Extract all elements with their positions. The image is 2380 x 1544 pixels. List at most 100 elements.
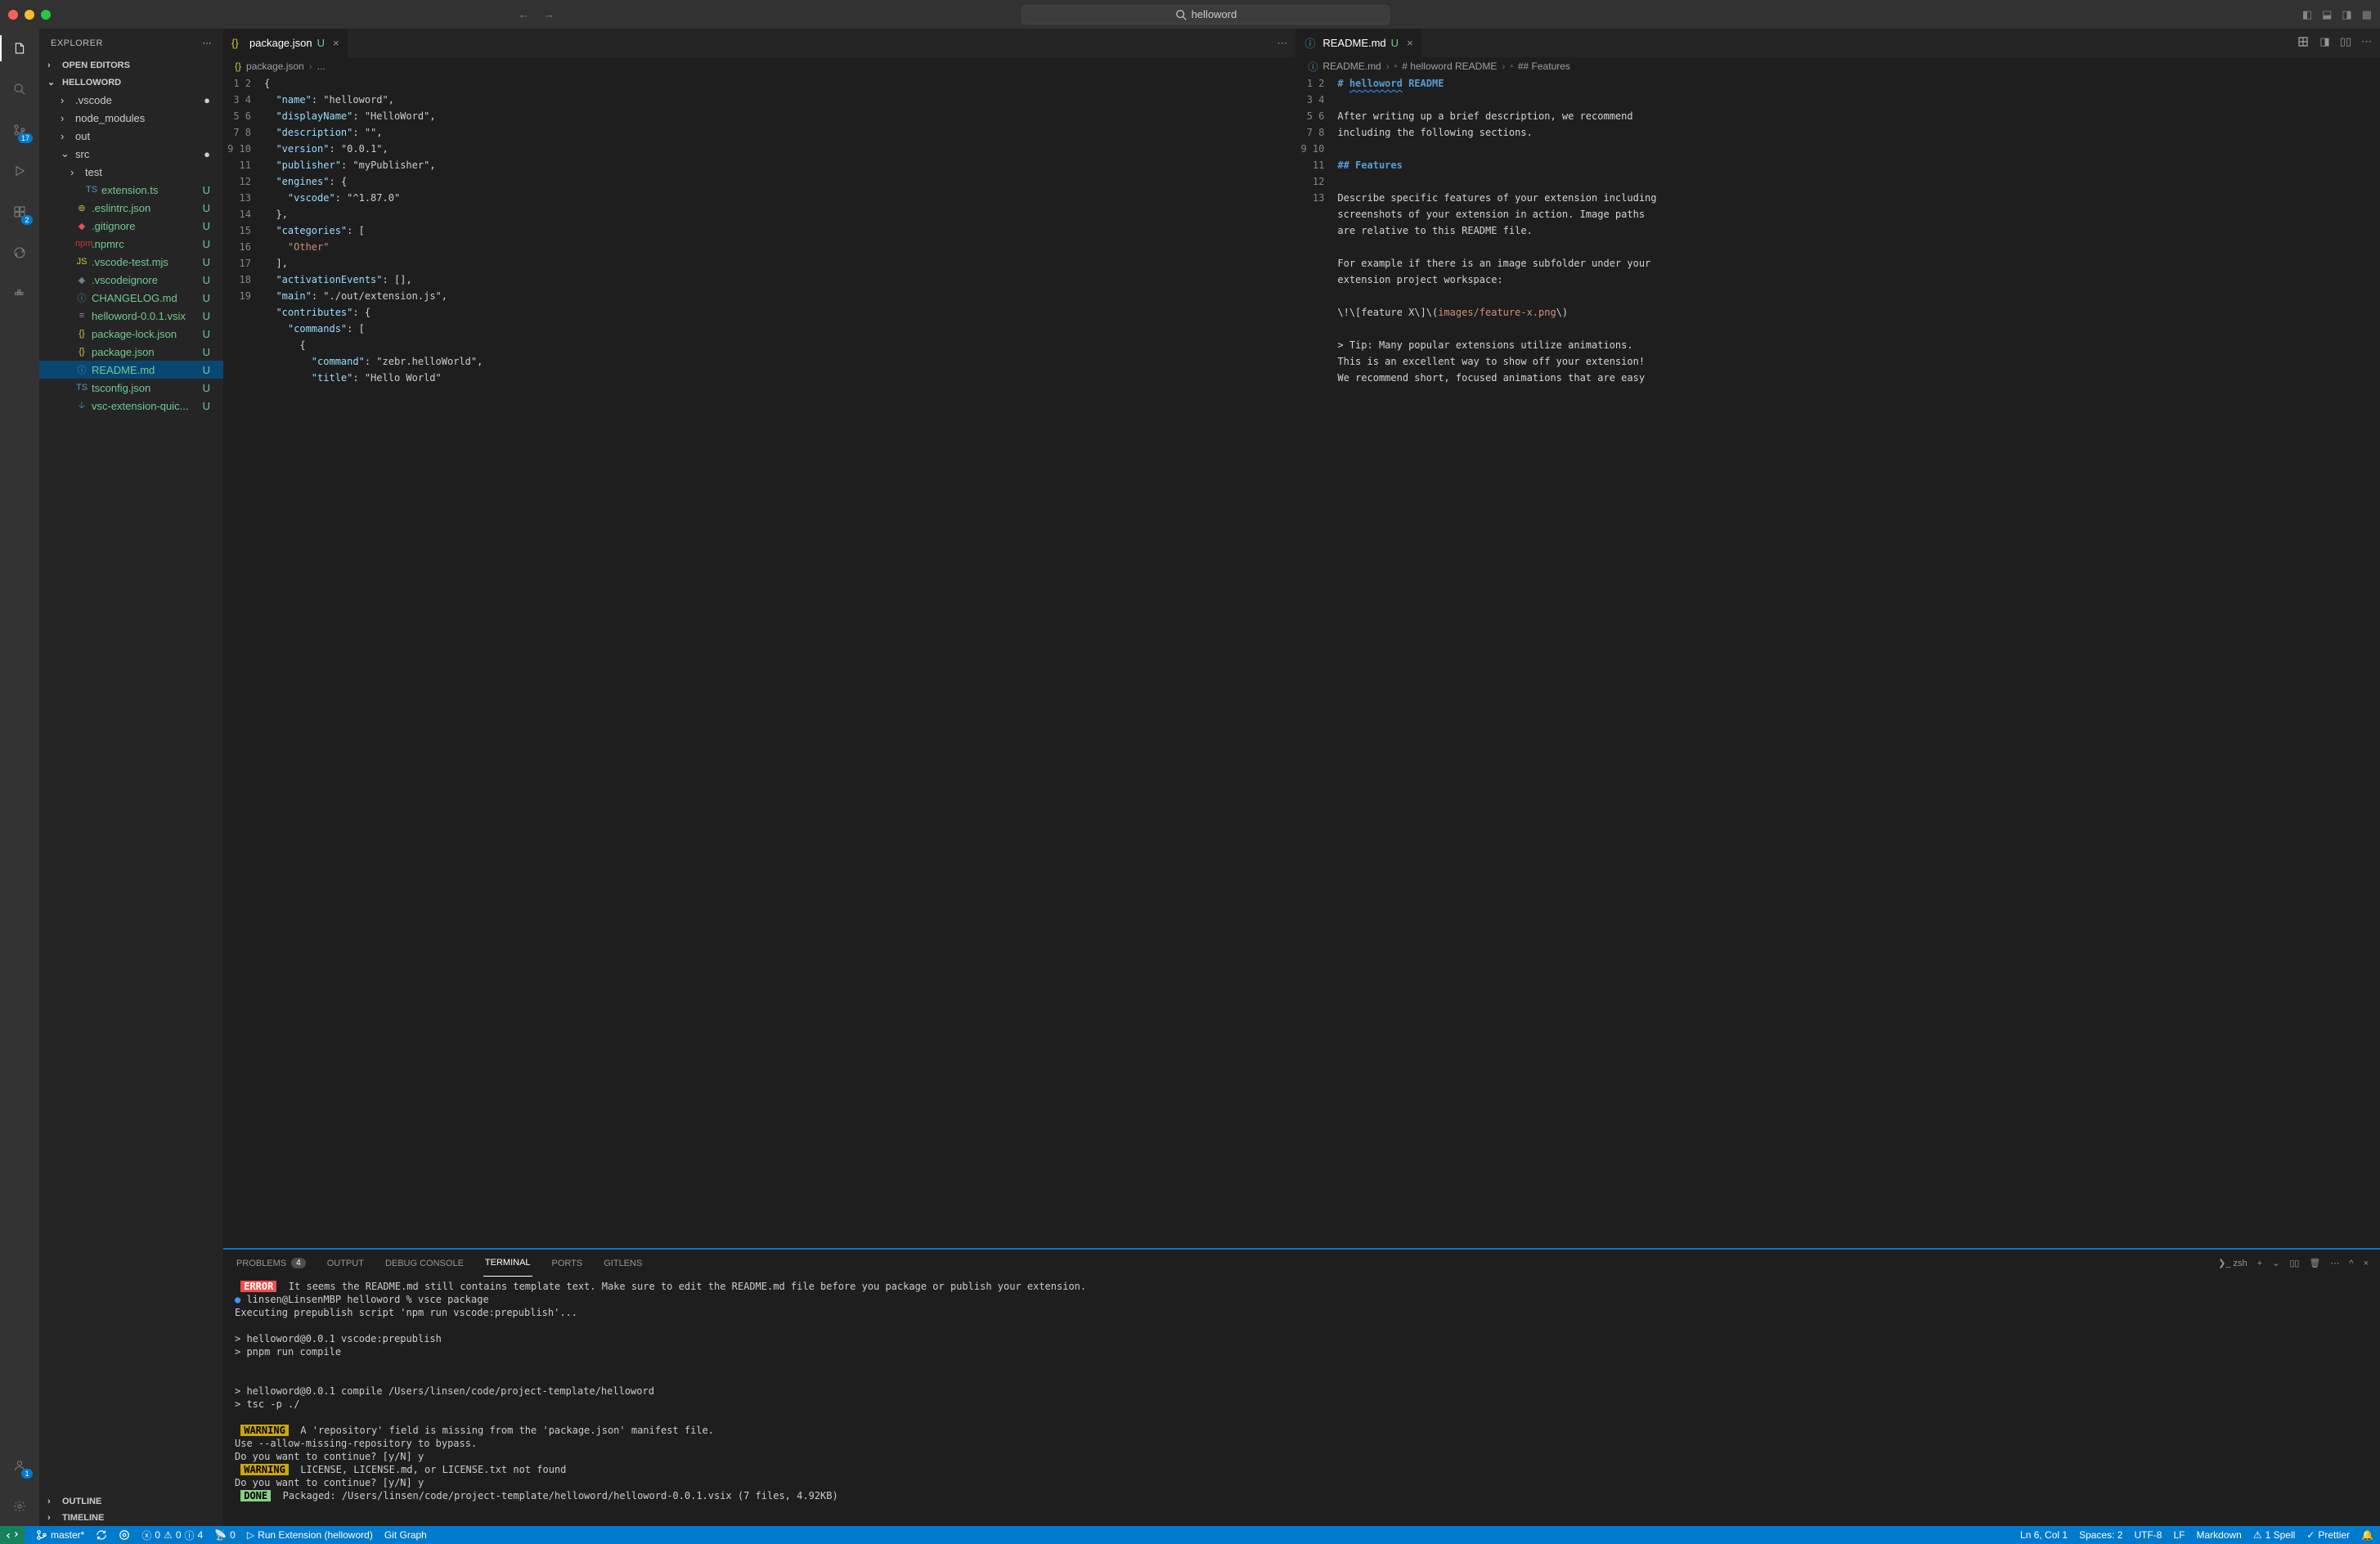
- activity-accounts[interactable]: 1: [8, 1454, 31, 1477]
- tab-readme[interactable]: ⓘ README.md U ×: [1296, 29, 1421, 57]
- toggle-secondary-sidebar-icon[interactable]: ◨: [2342, 8, 2351, 21]
- breadcrumb-item[interactable]: # helloword README: [1402, 61, 1497, 72]
- split-terminal-button[interactable]: ▯▯: [2289, 1258, 2299, 1268]
- tab-close-button[interactable]: ×: [333, 37, 339, 49]
- file-item[interactable]: ⓘREADME.mdU: [39, 361, 223, 379]
- code-editor-right[interactable]: 1 2 3 4 5 6 7 8 9 10 11 12 13 # hellowor…: [1296, 75, 2380, 1248]
- split-editor-button[interactable]: ▯▯: [2340, 35, 2351, 51]
- status-remote[interactable]: [0, 1526, 25, 1544]
- activity-explorer[interactable]: [8, 37, 31, 60]
- status-indent[interactable]: Spaces: 2: [2079, 1529, 2122, 1541]
- status-spell[interactable]: ⚠ 1 Spell: [2253, 1529, 2295, 1541]
- customize-layout-icon[interactable]: ▦: [2362, 8, 2372, 21]
- status-git-graph[interactable]: Git Graph: [384, 1529, 427, 1541]
- close-window-button[interactable]: [8, 10, 18, 20]
- tab-git-status: U: [317, 37, 325, 49]
- breadcrumb-item[interactable]: ## Features: [1518, 61, 1570, 72]
- status-cursor[interactable]: Ln 6, Col 1: [2020, 1529, 2068, 1541]
- panel-tab-problems[interactable]: PROBLEMS4: [235, 1250, 308, 1277]
- section-open-editors[interactable]: ›OPEN EDITORS: [39, 57, 223, 74]
- code-editor-left[interactable]: 1 2 3 4 5 6 7 8 9 10 11 12 13 14 15 16 1…: [223, 75, 1296, 1248]
- editor-more-button[interactable]: ⋯: [1277, 37, 1287, 50]
- section-timeline[interactable]: ›TIMELINE: [39, 1510, 223, 1526]
- file-item[interactable]: ◆.vscodeignoreU: [39, 271, 223, 289]
- tab-close-button[interactable]: ×: [1407, 37, 1413, 49]
- editor-more-button[interactable]: ⋯: [2361, 35, 2372, 51]
- breadcrumb-right[interactable]: ⓘ README.md ›▫ # helloword README ›▫ ## …: [1296, 57, 2380, 75]
- tab-package-json[interactable]: {} package.json U ×: [223, 29, 348, 57]
- panel-tab-debug[interactable]: DEBUG CONSOLE: [384, 1250, 465, 1277]
- file-item[interactable]: ⓘCHANGELOG.mdU: [39, 289, 223, 307]
- file-item[interactable]: JS.vscode-test.mjsU: [39, 253, 223, 271]
- breadcrumb-left[interactable]: {} package.json › ...: [223, 57, 1296, 75]
- nav-forward-button[interactable]: →: [544, 8, 555, 20]
- folder-item[interactable]: ›node_modules: [39, 109, 223, 127]
- activity-search[interactable]: [8, 78, 31, 101]
- status-launch[interactable]: ▷ Run Extension (helloword): [247, 1529, 373, 1541]
- terminal-dropdown-button[interactable]: ⌄: [2272, 1258, 2279, 1268]
- file-item[interactable]: ◆.gitignoreU: [39, 217, 223, 235]
- status-language[interactable]: Markdown: [2196, 1529, 2241, 1541]
- problems-badge: 4: [291, 1258, 306, 1268]
- file-item[interactable]: TSextension.tsU: [39, 181, 223, 199]
- activity-run-debug[interactable]: [8, 159, 31, 182]
- breadcrumb-item[interactable]: package.json: [246, 61, 304, 72]
- minimize-window-button[interactable]: [25, 10, 34, 20]
- file-tree: ›.vscode●›node_modules›out⌄src●›testTSex…: [39, 91, 223, 1493]
- file-item[interactable]: ⊚.eslintrc.jsonU: [39, 199, 223, 217]
- nav-back-button[interactable]: ←: [519, 8, 529, 20]
- terminal-output[interactable]: ERROR It seems the README.md still conta…: [223, 1277, 2380, 1526]
- folder-item[interactable]: ⌄src●: [39, 145, 223, 163]
- status-notifications[interactable]: 🔔: [2361, 1529, 2373, 1541]
- kill-terminal-button[interactable]: 🗑: [2309, 1258, 2320, 1268]
- info-icon: ⓘ: [1308, 60, 1318, 74]
- terminal-shell-picker[interactable]: ❯_ zsh: [2218, 1258, 2248, 1268]
- panel-tab-gitlens[interactable]: GITLENS: [602, 1250, 644, 1277]
- toggle-panel-icon[interactable]: ⬓: [2322, 8, 2332, 21]
- file-item[interactable]: npm.npmrcU: [39, 235, 223, 253]
- status-problems[interactable]: ⓧ 0 ⚠ 0 ⓘ 4: [141, 1528, 203, 1542]
- status-sync[interactable]: [96, 1529, 107, 1541]
- editor-group-right: ⓘ README.md U × ◨ ▯▯ ⋯ ⓘ README.md: [1296, 29, 2380, 1248]
- breadcrumb-item[interactable]: ...: [317, 61, 326, 72]
- status-branch[interactable]: master*: [36, 1529, 84, 1541]
- panel-tab-output[interactable]: OUTPUT: [326, 1250, 366, 1277]
- open-preview-button[interactable]: ◨: [2319, 35, 2329, 51]
- maximize-panel-button[interactable]: ^: [2349, 1259, 2353, 1268]
- status-encoding[interactable]: UTF-8: [2134, 1529, 2162, 1541]
- activity-settings[interactable]: [8, 1495, 31, 1518]
- new-terminal-button[interactable]: +: [2257, 1259, 2262, 1268]
- file-item[interactable]: ≡helloword-0.0.1.vsixU: [39, 307, 223, 325]
- file-item[interactable]: TStsconfig.jsonU: [39, 379, 223, 397]
- activity-docker[interactable]: [8, 282, 31, 305]
- status-eol[interactable]: LF: [2173, 1529, 2185, 1541]
- folder-item[interactable]: ›.vscode●: [39, 91, 223, 109]
- file-item[interactable]: {}package.jsonU: [39, 343, 223, 361]
- section-outline[interactable]: ›OUTLINE: [39, 1493, 223, 1510]
- command-center-text: helloword: [1192, 8, 1237, 20]
- panel-more-button[interactable]: ⋯: [2330, 1258, 2339, 1268]
- sidebar-more-button[interactable]: ⋯: [203, 38, 213, 48]
- folder-item[interactable]: ›test: [39, 163, 223, 181]
- panel-tabs: PROBLEMS4 OUTPUT DEBUG CONSOLE TERMINAL …: [223, 1250, 2380, 1277]
- json-icon: {}: [231, 37, 245, 49]
- open-changes-button[interactable]: [2297, 35, 2310, 51]
- section-workspace[interactable]: ⌄HELLOWORD: [39, 74, 223, 91]
- status-prettier[interactable]: ✓ Prettier: [2306, 1529, 2350, 1541]
- status-bar: master* ⓧ 0 ⚠ 0 ⓘ 4 📡 0 ▷ Run Extension …: [0, 1526, 2380, 1544]
- status-ports[interactable]: 📡 0: [214, 1529, 236, 1541]
- status-gitlens[interactable]: [119, 1529, 130, 1541]
- breadcrumb-item[interactable]: README.md: [1322, 61, 1381, 72]
- activity-source-control[interactable]: 17: [8, 119, 31, 141]
- folder-item[interactable]: ›out: [39, 127, 223, 145]
- close-panel-button[interactable]: ×: [2364, 1259, 2369, 1268]
- file-item[interactable]: 🡣vsc-extension-quic...U: [39, 397, 223, 415]
- activity-extensions[interactable]: 2: [8, 200, 31, 223]
- panel-tab-terminal[interactable]: TERMINAL: [483, 1250, 532, 1277]
- panel-tab-ports[interactable]: PORTS: [550, 1250, 585, 1277]
- toggle-primary-sidebar-icon[interactable]: ◧: [2302, 8, 2312, 21]
- maximize-window-button[interactable]: [41, 10, 51, 20]
- file-item[interactable]: {}package-lock.jsonU: [39, 325, 223, 343]
- command-center[interactable]: helloword: [1022, 5, 1390, 25]
- activity-remote[interactable]: [8, 241, 31, 264]
